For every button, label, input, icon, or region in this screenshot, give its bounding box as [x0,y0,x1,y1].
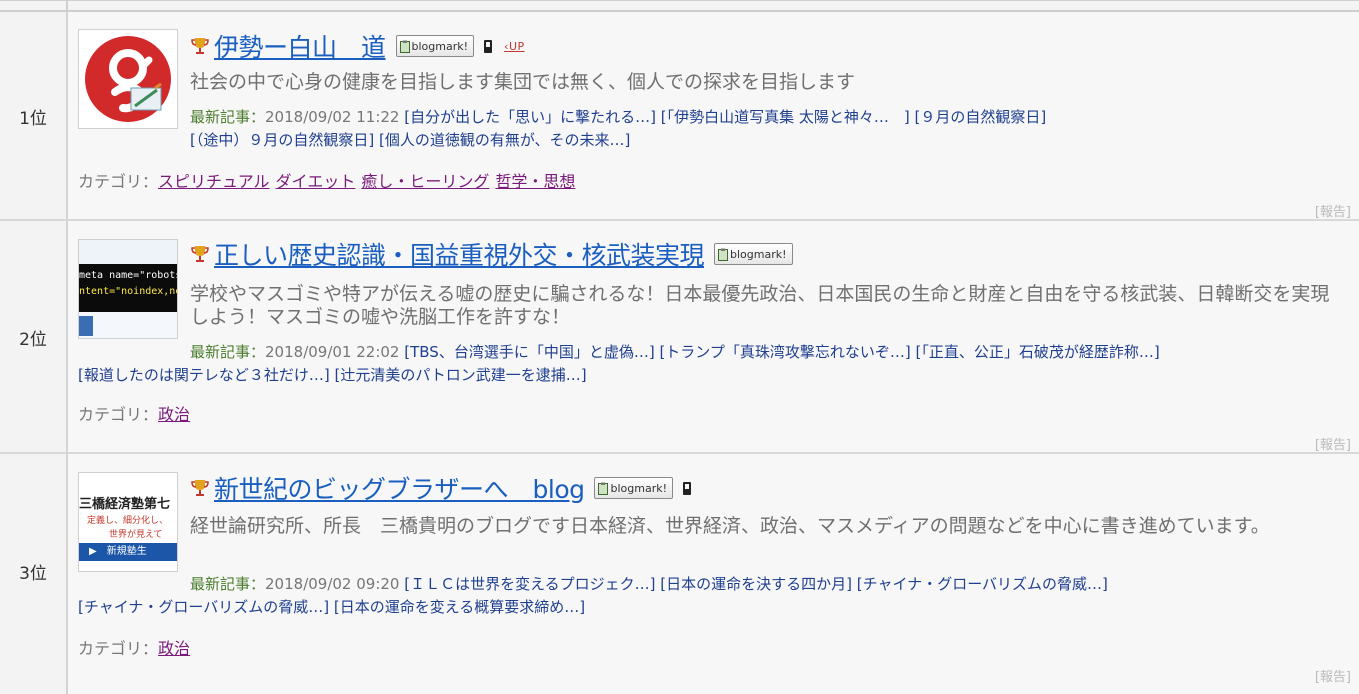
article-link[interactable]: [チャイナ・グローバリズムの脅威…] [857,575,1108,593]
latest-date: 2018/09/02 09:20 [265,575,400,593]
category-link[interactable]: 癒し・ヒーリング [361,172,489,191]
latest-label: 最新記事： [190,575,266,593]
blog-thumbnail[interactable]: 三橋経済塾第七 定義し、細分化し、 世界が見えて ▶ 新規塾生 [78,472,178,572]
blog-title-link[interactable]: 伊勢ー白山 道 [214,28,386,64]
clipboard-icon [718,248,729,261]
rank-cell: 1位 [0,12,68,219]
latest-articles: 最新記事：2018/09/02 11:22 [自分が出した「思い」に撃たれる…]… [78,106,1348,152]
category-line: カテゴリ：政治 [78,401,196,425]
article-link[interactable]: [報道したのは関テレなど３社だけ…] [78,366,330,384]
trophy-icon [191,246,209,262]
thumb-code-line: ntent="noindex,nofo [79,286,177,297]
up-badge: ‹UP [504,39,525,53]
trophy-icon [191,480,209,496]
blogmark-label: blogmark! [610,481,667,495]
blog-description: 経世論研究所、所長 三橋貴明のブログです日本経済、世界経済、政治、マスメディアの… [190,515,1270,537]
latest-articles: 最新記事：2018/09/02 09:20 [ＩＬＣは世界を変えるプロジェク…]… [78,573,1348,619]
category-label: カテゴリ： [78,639,159,658]
clipboard-icon [598,482,609,495]
latest-label: 最新記事： [190,108,266,126]
rank-label: 1位 [19,109,47,129]
entry-content: 伊勢ー白山 道 blogmark! ‹UP 社会の中で心身の健康を目指します集団… [68,12,1359,220]
article-link[interactable]: [日本の運命を決する四か月] [660,575,852,593]
article-link[interactable]: [「伊勢白山道写真集 太陽と神々… ] [661,108,910,126]
entry-content: meta name="robots" ntent="noindex,nofo 正… [68,221,1359,453]
blog-title-link[interactable]: 正しい歴史認識・国益重視外交・核武装実現 [214,236,705,272]
blog-thumbnail[interactable]: meta name="robots" ntent="noindex,nofo [78,239,178,339]
blogmark-label: blogmark! [411,39,469,53]
blog-description: 社会の中で心身の健康を目指します集団では無く、個人での探求を目指します [190,71,856,93]
thumb-subline: 世界が見えて [109,530,163,540]
ranking-table: 1位 伊勢ー白山 道 blogmark! ‹UP 社会の中で心身の健康を目指しま… [0,0,1359,694]
report-link[interactable]: [報告] [1315,666,1351,685]
blogmark-button[interactable]: blogmark! [714,243,793,265]
mobile-phone-icon [484,39,493,53]
report-link[interactable]: [報告] [1315,201,1351,220]
rank-label: 2位 [19,330,47,350]
thumb-code-line: meta name="robots" [79,270,177,281]
category-link[interactable]: ダイエット [276,172,356,191]
latest-date: 2018/09/01 22:02 [265,343,400,361]
table-header-strip [0,1,1359,12]
category-link[interactable]: 政治 [158,405,190,424]
title-line: 伊勢ー白山 道 blogmark! ‹UP [190,29,525,63]
trophy-icon [191,38,209,54]
article-link[interactable]: [トランプ「真珠湾攻撃忘れないぞ…] [659,343,910,361]
title-line: 新世紀のビッグブラザーへ blog blogmark! [190,471,691,505]
entry-content: 三橋経済塾第七 定義し、細分化し、 世界が見えて ▶ 新規塾生 新世紀のビッグブ… [68,454,1359,694]
ranking-row-1: 1位 伊勢ー白山 道 blogmark! ‹UP 社会の中で心身の健康を目指しま… [0,12,1359,221]
article-link[interactable]: [「正直、公正」石破茂が経歴詐称…] [916,343,1160,361]
blogmark-button[interactable]: blogmark! [594,477,673,499]
article-link[interactable]: [９月の自然観察日] [915,108,1047,126]
thumb-banner: ▶ 新規塾生 [79,543,177,561]
ranking-row-3: 3位 三橋経済塾第七 定義し、細分化し、 世界が見えて ▶ 新規塾生 新世紀のビ… [0,454,1359,694]
rank-cell: 3位 [0,454,68,694]
category-line: カテゴリ：政治 [78,635,196,659]
clipboard-icon [399,40,410,53]
category-link[interactable]: スピリチュアル [158,172,270,191]
blogmark-button[interactable]: blogmark! [395,35,475,57]
article-link[interactable]: [TBS、台湾選手に「中国」と虚偽…] [404,343,654,361]
category-link[interactable]: 哲学・思想 [495,172,575,191]
category-line: カテゴリ：スピリチュアル ダイエット 癒し・ヒーリング 哲学・思想 [78,168,581,192]
thumb-subline: 定義し、細分化し、 [87,516,169,526]
rank-cell: 2位 [0,221,68,452]
blogmark-label: blogmark! [730,247,787,261]
mobile-phone-icon [683,481,691,495]
ranking-row-2: 2位 meta name="robots" ntent="noindex,nof… [0,221,1359,454]
thumb-heading: 三橋経済塾第七 [79,497,171,512]
blog-title-link[interactable]: 新世紀のビッグブラザーへ blog [214,470,585,506]
latest-label: 最新記事： [190,343,266,361]
article-link[interactable]: [辻元清美のパトロン武建一を逮捕…] [335,366,587,384]
latest-articles: 最新記事：2018/09/01 22:02 [TBS、台湾選手に「中国」と虚偽…… [78,341,1348,387]
article-link[interactable]: [チャイナ・グローバリズムの脅威…] [78,598,329,616]
blog-description: 学校やマスゴミや特アが伝える嘘の歴史に騙されるな！日本最優先政治、日本国民の生命… [190,283,1330,328]
article-link[interactable]: [個人の道徳観の有無が、その未来…] [379,131,630,149]
article-link[interactable]: [自分が出した「思い」に撃たれる…] [404,108,656,126]
rank-label: 3位 [19,564,47,584]
report-link[interactable]: [報告] [1315,434,1351,453]
latest-date: 2018/09/02 11:22 [265,108,400,126]
article-link[interactable]: [（途中）９月の自然観察日] [190,131,374,149]
article-link[interactable]: [日本の運命を変える概算要求締め…] [334,598,585,616]
category-label: カテゴリ： [78,405,159,424]
category-label: カテゴリ： [78,172,159,191]
article-link[interactable]: [ＩＬＣは世界を変えるプロジェク…] [404,575,655,593]
title-line: 正しい歴史認識・国益重視外交・核武装実現 blogmark! [190,237,793,271]
category-link[interactable]: 政治 [158,639,190,658]
